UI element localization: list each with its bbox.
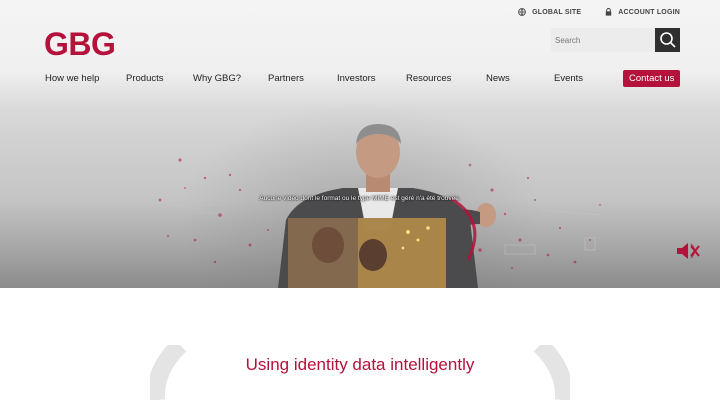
- search-bar: [551, 28, 681, 52]
- search-icon: [659, 32, 676, 48]
- nav-item-products[interactable]: Products: [126, 73, 164, 84]
- globe-icon: [518, 8, 526, 16]
- mute-button[interactable]: [674, 240, 704, 262]
- nav-item-resources[interactable]: Resources: [406, 73, 451, 84]
- account-login-label: ACCOUNT LOGIN: [618, 8, 680, 16]
- global-site-label: GLOBAL SITE: [532, 8, 582, 16]
- global-site-link[interactable]: GLOBAL SITE: [518, 8, 581, 16]
- video-unsupported-message: Aucune vidéo dont le format ou le type M…: [259, 195, 461, 202]
- search-button[interactable]: [655, 28, 680, 52]
- presenter-image: [278, 124, 496, 288]
- nav-item-partners[interactable]: Partners: [268, 73, 304, 84]
- search-input[interactable]: [551, 28, 655, 52]
- contact-us-button[interactable]: Contact us: [623, 70, 681, 87]
- section-title: Using identity data intelligently: [245, 355, 475, 374]
- utility-bar: GLOBAL SITE ACCOUNT LOGIN: [518, 8, 680, 16]
- account-login-link[interactable]: ACCOUNT LOGIN: [605, 8, 680, 16]
- lock-icon: [606, 8, 612, 16]
- main-nav: How we help Products Why GBG? Partners I…: [45, 70, 685, 87]
- nav-item-news[interactable]: News: [486, 73, 510, 84]
- nav-item-events[interactable]: Events: [554, 73, 583, 84]
- nav-item-how-we-help[interactable]: How we help: [45, 73, 99, 84]
- nav-item-why-gbg[interactable]: Why GBG?: [193, 73, 241, 84]
- nav-item-investors[interactable]: Investors: [337, 73, 376, 84]
- speaker-muted-icon: [677, 243, 700, 259]
- gbg-logo[interactable]: GBG: [44, 26, 116, 63]
